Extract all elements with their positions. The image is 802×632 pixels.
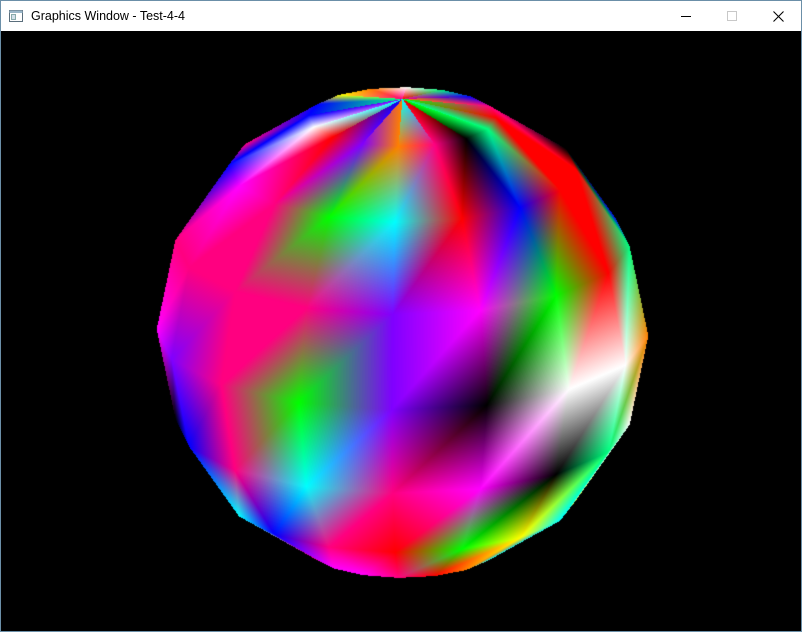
app-window-icon (9, 10, 23, 22)
close-icon (772, 10, 784, 22)
minimize-button[interactable] (663, 1, 709, 31)
close-button[interactable] (755, 1, 801, 31)
maximize-button[interactable] (709, 1, 755, 31)
graphics-window: Graphics Window - Test-4-4 (0, 0, 802, 632)
window-title: Graphics Window - Test-4-4 (31, 9, 185, 23)
minimize-icon (681, 16, 691, 17)
render-viewport[interactable] (1, 31, 801, 631)
title-bar[interactable]: Graphics Window - Test-4-4 (1, 1, 801, 31)
rendered-sphere (1, 31, 801, 631)
maximize-icon (727, 11, 737, 21)
